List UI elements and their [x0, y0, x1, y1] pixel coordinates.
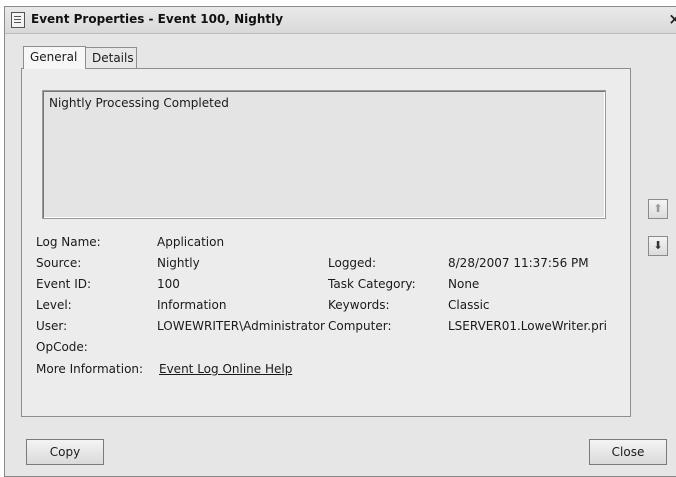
- tab-general[interactable]: General: [23, 46, 86, 69]
- computer-label: Computer:: [328, 319, 392, 333]
- copy-button[interactable]: Copy: [26, 439, 104, 465]
- title-bar[interactable]: Event Properties - Event 100, Nightly ×: [5, 7, 676, 34]
- previous-event-button[interactable]: ⬆: [648, 199, 668, 219]
- close-window-button[interactable]: ×: [668, 10, 676, 28]
- keywords-value: Classic: [448, 298, 490, 312]
- event-id-value: 100: [157, 277, 180, 291]
- task-category-value: None: [448, 277, 480, 291]
- task-category-label: Task Category:: [328, 277, 416, 291]
- logged-value: 8/28/2007 11:37:56 PM: [448, 256, 589, 270]
- level-label: Level:: [36, 298, 72, 312]
- window-title: Event Properties - Event 100, Nightly: [31, 12, 284, 26]
- event-log-icon: [11, 12, 25, 28]
- user-label: User:: [36, 319, 68, 333]
- next-event-button[interactable]: ⬇: [648, 236, 668, 256]
- logged-label: Logged:: [328, 256, 377, 270]
- tab-details[interactable]: Details: [85, 47, 137, 68]
- user-value: LOWEWRITER\Administrator: [157, 319, 325, 333]
- source-value: Nightly: [157, 256, 200, 270]
- more-information-label: More Information:: [36, 362, 144, 376]
- source-label: Source:: [36, 256, 82, 270]
- opcode-label: OpCode:: [36, 340, 88, 354]
- event-properties-window: Event Properties - Event 100, Nightly × …: [4, 6, 676, 477]
- event-id-label: Event ID:: [36, 277, 92, 291]
- log-name-label: Log Name:: [36, 235, 101, 249]
- keywords-label: Keywords:: [328, 298, 390, 312]
- computer-value: LSERVER01.LoweWriter.pri: [448, 319, 608, 333]
- arrow-up-icon: ⬆: [653, 202, 663, 215]
- general-tab-panel: Nightly Processing Completed Log Name: A…: [21, 68, 631, 417]
- close-button[interactable]: Close: [589, 439, 667, 465]
- event-description[interactable]: Nightly Processing Completed: [42, 90, 606, 219]
- event-log-online-help-link[interactable]: Event Log Online Help: [159, 362, 292, 376]
- level-value: Information: [157, 298, 227, 312]
- arrow-down-icon: ⬇: [653, 239, 663, 252]
- log-name-value: Application: [157, 235, 225, 249]
